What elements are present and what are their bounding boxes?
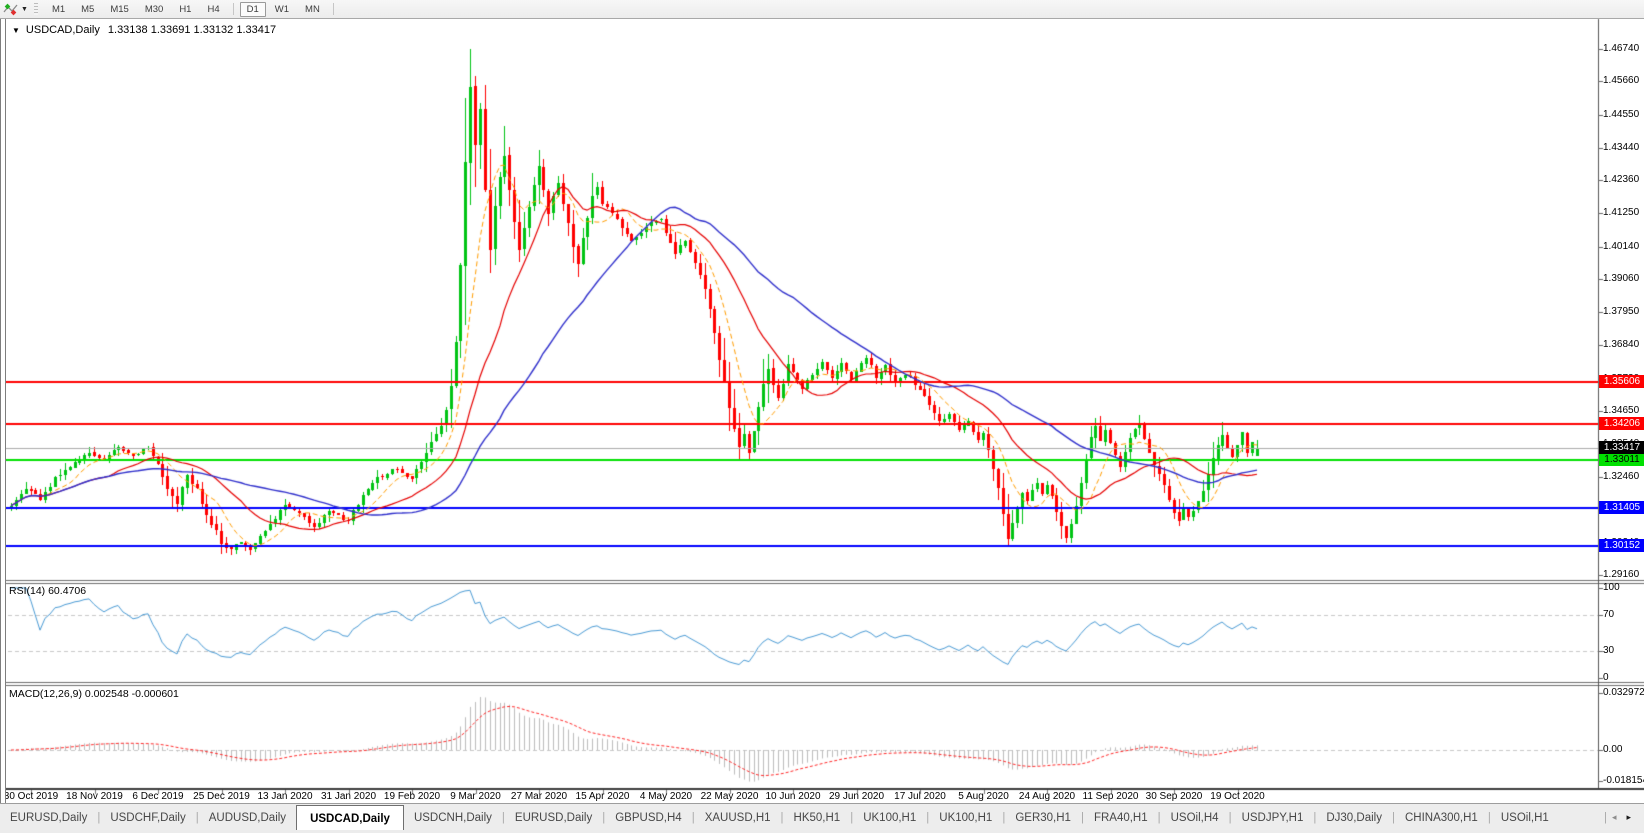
- tab-scroll-left-icon[interactable]: ◂: [1607, 812, 1622, 823]
- indicators-icon[interactable]: [3, 3, 19, 16]
- timeframe-button-h4[interactable]: H4: [200, 2, 226, 17]
- price-axis-label: 1.29160: [1603, 569, 1639, 580]
- price-axis-label: 1.40140: [1603, 241, 1639, 252]
- toolbar-separator: [333, 3, 334, 15]
- tab-scroll-arrows: | ◂ ▸: [1604, 804, 1644, 831]
- price-axis-label: 1.46740: [1603, 43, 1639, 54]
- date-axis-label: 24 Aug 2020: [1019, 791, 1075, 802]
- date-axis-label: 6 Dec 2019: [132, 791, 183, 802]
- trading-terminal-window: { "toolbar": { "indicator_icon": "indica…: [0, 0, 1644, 833]
- chart-tab-hk50-h1-8[interactable]: HK50,H1: [784, 804, 851, 831]
- timeframe-button-m15[interactable]: M15: [103, 2, 135, 17]
- hline-price-badge[interactable]: 1.33011: [1599, 453, 1644, 466]
- timeframe-button-mn[interactable]: MN: [298, 2, 327, 17]
- date-axis-label: 30 Oct 2019: [4, 791, 58, 802]
- macd-axis-label: -0.018154: [1603, 775, 1644, 786]
- chart-tab-usdchf-daily-1[interactable]: USDCHF,Daily: [100, 804, 195, 831]
- date-axis-label: 27 Mar 2020: [511, 791, 567, 802]
- rsi-axis-label: 0: [1603, 672, 1609, 683]
- rsi-axis-label: 30: [1603, 645, 1614, 656]
- date-axis-label: 11 Sep 2020: [1083, 791, 1139, 802]
- chart-symbol-label: USDCAD,Daily: [26, 24, 100, 36]
- date-axis-label: 5 Aug 2020: [958, 791, 1009, 802]
- date-axis-label: 15 Apr 2020: [576, 791, 630, 802]
- date-axis-label: 17 Jul 2020: [894, 791, 946, 802]
- date-axis-label: 18 Nov 2019: [66, 791, 123, 802]
- hline-price-badge[interactable]: 1.35606: [1599, 375, 1644, 388]
- price-axis-label: 1.34650: [1603, 405, 1639, 416]
- date-axis-label: 19 Oct 2020: [1210, 791, 1264, 802]
- timeframe-button-m30[interactable]: M30: [138, 2, 170, 17]
- chart-tab-china300-h1-16[interactable]: CHINA300,H1: [1395, 804, 1488, 831]
- rsi-axis-label: 100: [1603, 582, 1620, 593]
- tab-scroll-right-icon[interactable]: ▸: [1621, 812, 1636, 823]
- price-axis-label: 1.43440: [1603, 142, 1639, 153]
- macd-axis-label: 0.032972: [1603, 687, 1644, 698]
- chart-title: ▼ USDCAD,Daily 1.33138 1.33691 1.33132 1…: [12, 24, 276, 36]
- date-axis-label: 29 Jun 2020: [829, 791, 884, 802]
- indicators-dropdown-caret[interactable]: ▼: [21, 6, 28, 13]
- chart-tab-uk100-h1-10[interactable]: UK100,H1: [929, 804, 1002, 831]
- macd-axis-label: 0.00: [1603, 744, 1622, 755]
- chart-tab-usoil-h1-17[interactable]: USOil,H1: [1491, 804, 1559, 831]
- price-axis-label: 1.42360: [1603, 174, 1639, 185]
- chart-tab-gbpusd-h4-6[interactable]: GBPUSD,H4: [605, 804, 691, 831]
- date-axis-label: 22 May 2020: [701, 791, 759, 802]
- timeframe-buttons-group: M1M5M15M30H1H4 D1W1MN: [44, 2, 339, 17]
- chart-tab-usdcnh-daily-4[interactable]: USDCNH,Daily: [404, 804, 502, 831]
- timeframe-button-m1[interactable]: M1: [45, 2, 72, 17]
- timeframe-toolbar: ▼ M1M5M15M30H1H4 D1W1MN: [0, 0, 1644, 19]
- date-axis-label: 10 Jun 2020: [765, 791, 820, 802]
- date-axis-label: 25 Dec 2019: [193, 791, 250, 802]
- current-price-badge: 1.33417: [1599, 441, 1644, 454]
- chart-canvas[interactable]: [0, 0, 1644, 833]
- date-axis-label: 19 Feb 2020: [384, 791, 440, 802]
- chart-tab-audusd-daily-2[interactable]: AUDUSD,Daily: [199, 804, 296, 831]
- chart-tab-xauusd-h1-7[interactable]: XAUUSD,H1: [695, 804, 781, 831]
- price-axis-label: 1.41250: [1603, 207, 1639, 218]
- window-left-border: [0, 18, 6, 803]
- price-axis-label: 1.44550: [1603, 109, 1639, 120]
- hline-price-badge[interactable]: 1.31405: [1599, 501, 1644, 514]
- date-axis-label: 13 Jan 2020: [257, 791, 312, 802]
- price-axis-label: 1.37950: [1603, 306, 1639, 317]
- timeframe-button-h1[interactable]: H1: [172, 2, 198, 17]
- hline-price-badge[interactable]: 1.34206: [1599, 417, 1644, 430]
- macd-indicator-label: MACD(12,26,9) 0.002548 -0.000601: [9, 688, 179, 700]
- chart-tab-eurusd-daily-0[interactable]: EURUSD,Daily: [0, 804, 97, 831]
- price-axis-label: 1.32460: [1603, 471, 1639, 482]
- chart-title-caret[interactable]: ▼: [12, 26, 20, 35]
- date-axis-label: 4 May 2020: [640, 791, 692, 802]
- chart-tab-bar: EURUSD,Daily|USDCHF,Daily|AUDUSD,DailyUS…: [0, 803, 1644, 831]
- chart-tabs: EURUSD,Daily|USDCHF,Daily|AUDUSD,DailyUS…: [0, 804, 1559, 831]
- chart-tab-fra40-h1-12[interactable]: FRA40,H1: [1084, 804, 1158, 831]
- price-axis-label: 1.36840: [1603, 339, 1639, 350]
- timeframe-button-m5[interactable]: M5: [74, 2, 101, 17]
- toolbar-separator: [233, 3, 234, 15]
- chart-tab-dj30-daily-15[interactable]: DJ30,Daily: [1316, 804, 1392, 831]
- chart-tab-ger30-h1-11[interactable]: GER30,H1: [1005, 804, 1081, 831]
- chart-tab-usdjpy-h1-14[interactable]: USDJPY,H1: [1232, 804, 1314, 831]
- date-axis-label: 30 Sep 2020: [1146, 791, 1203, 802]
- chart-tab-usdcad-daily-3[interactable]: USDCAD,Daily: [296, 805, 404, 831]
- price-axis-label: 1.45660: [1603, 75, 1639, 86]
- toolbar-grip[interactable]: [34, 3, 38, 15]
- timeframe-button-w1[interactable]: W1: [268, 2, 296, 17]
- hline-price-badge[interactable]: 1.30152: [1599, 539, 1644, 552]
- price-axis-label: 1.39060: [1603, 273, 1639, 284]
- rsi-axis-label: 70: [1603, 609, 1614, 620]
- date-axis-label: 31 Jan 2020: [321, 791, 376, 802]
- date-axis-label: 9 Mar 2020: [450, 791, 501, 802]
- chart-tab-eurusd-daily-5[interactable]: EURUSD,Daily: [505, 804, 602, 831]
- chart-tab-uk100-h1-9[interactable]: UK100,H1: [853, 804, 926, 831]
- rsi-indicator-label: RSI(14) 60.4706: [9, 585, 86, 597]
- chart-tab-usoil-h4-13[interactable]: USOil,H4: [1161, 804, 1229, 831]
- chart-ohlc-values: 1.33138 1.33691 1.33132 1.33417: [108, 24, 276, 36]
- timeframe-button-d1[interactable]: D1: [240, 2, 266, 17]
